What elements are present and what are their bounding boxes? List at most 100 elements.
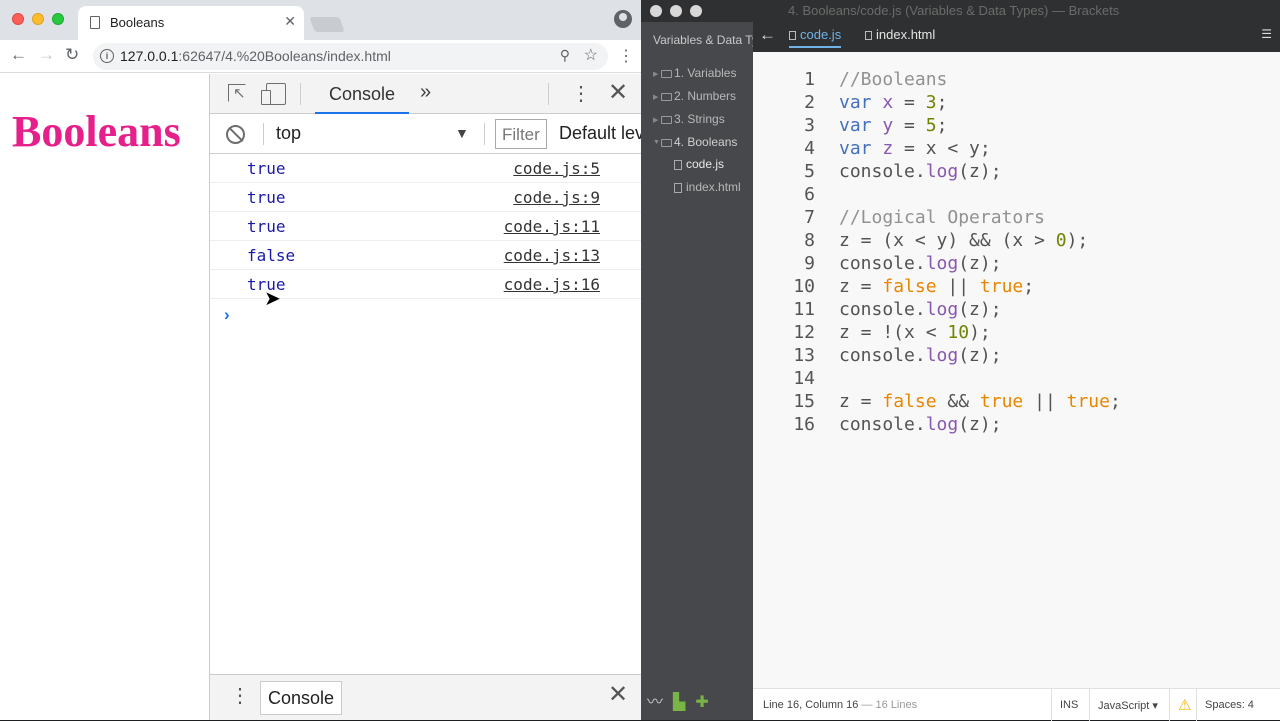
folder-icon xyxy=(661,92,672,101)
code-text: //Logical Operators xyxy=(839,207,1045,228)
maximize-window-button[interactable] xyxy=(690,5,702,17)
close-window-button[interactable] xyxy=(12,13,24,25)
file-item[interactable]: code.js xyxy=(674,157,724,171)
new-tab-button[interactable] xyxy=(309,17,345,32)
profile-icon[interactable] xyxy=(614,10,632,28)
folder-item[interactable]: ▶ 3. Strings xyxy=(653,112,725,126)
console-log-row: false code.js:13 xyxy=(210,241,641,270)
devtools-menu-icon[interactable]: ⋮ xyxy=(571,81,591,106)
code-token: 3 xyxy=(925,92,937,113)
maximize-window-button[interactable] xyxy=(52,13,64,25)
code-token: || xyxy=(936,276,980,297)
code-token: var xyxy=(839,92,883,113)
language-selector[interactable]: JavaScript ▾ xyxy=(1089,689,1169,721)
console-prompt-icon[interactable]: › xyxy=(224,305,230,325)
warning-icon[interactable]: ⚠ xyxy=(1169,689,1196,721)
device-toolbar-icon[interactable] xyxy=(261,83,286,105)
code-text: console.log(z); xyxy=(839,253,1002,274)
code-token: = xyxy=(893,115,926,136)
tab-console[interactable]: Console xyxy=(315,74,410,114)
filter-input[interactable]: Filter xyxy=(495,119,547,149)
code-token: log xyxy=(925,253,959,274)
log-levels-dropdown[interactable]: Default levels xyxy=(559,123,641,144)
code-text: console.log(z); xyxy=(839,345,1002,366)
clear-console-icon[interactable] xyxy=(226,125,245,144)
code-text: z = (x < y) && (x > 0); xyxy=(839,230,1088,251)
page-icon xyxy=(90,16,100,29)
code-token: true xyxy=(979,391,1024,412)
file-icon xyxy=(674,159,682,170)
extension-icon[interactable]: ▙ xyxy=(673,694,685,711)
window-title: 4. Booleans/code.js (Variables & Data Ty… xyxy=(788,3,1120,18)
minimize-window-button[interactable] xyxy=(32,13,44,25)
code-token: false xyxy=(882,276,937,297)
code-token: ); xyxy=(969,322,991,343)
close-drawer-icon[interactable]: ✕ xyxy=(608,680,628,709)
code-text: var x = 3; xyxy=(839,92,947,113)
insert-mode-toggle[interactable]: INS xyxy=(1051,689,1089,721)
divider xyxy=(484,123,485,145)
minimize-window-button[interactable] xyxy=(670,5,682,17)
back-arrow-icon[interactable]: ← xyxy=(759,25,776,45)
code-text: z = !(x < 10); xyxy=(839,322,991,343)
log-source-link[interactable]: code.js:16 xyxy=(504,275,600,294)
chrome-menu-icon[interactable]: ⋮ xyxy=(618,46,634,66)
code-token: log xyxy=(925,345,959,366)
code-token: z = !(x < xyxy=(839,322,948,343)
live-preview-icon[interactable]: 〰 xyxy=(647,694,663,711)
indent-setting[interactable]: Spaces: 4 xyxy=(1196,689,1280,721)
code-text: //Booleans xyxy=(839,69,947,90)
forward-arrow-icon[interactable]: → xyxy=(38,45,55,65)
devtools-panel: Console » ⋮ ✕ top ▼ Filter Default level… xyxy=(209,74,641,720)
hamburger-menu-icon[interactable]: ☰ xyxy=(1261,27,1272,41)
context-selector[interactable]: top xyxy=(276,123,301,144)
log-source-link[interactable]: code.js:9 xyxy=(513,188,600,207)
line-number: 8 xyxy=(804,230,815,251)
code-text: console.log(z); xyxy=(839,299,1002,320)
log-source-link[interactable]: code.js:5 xyxy=(513,159,600,178)
folder-item[interactable]: ▼ 4. Booleans xyxy=(653,135,737,149)
inspect-element-icon[interactable] xyxy=(228,84,246,102)
tab-index-html[interactable]: index.html xyxy=(865,27,935,42)
code-token: 0 xyxy=(1055,230,1067,251)
log-source-link[interactable]: code.js:13 xyxy=(504,246,600,265)
reload-icon[interactable]: ↻ xyxy=(65,45,79,65)
file-icon xyxy=(674,182,682,193)
browser-tab[interactable]: Booleans ✕ xyxy=(78,6,304,40)
log-value: false xyxy=(247,246,296,265)
tab-code-js[interactable]: code.js xyxy=(789,27,842,48)
code-token: true xyxy=(979,276,1024,297)
address-bar[interactable]: i 127.0.0.1:62647/4.%20Booleans/index.ht… xyxy=(93,43,608,70)
dropdown-arrow-icon[interactable]: ▼ xyxy=(455,125,469,141)
folder-item[interactable]: ▶ 1. Variables xyxy=(653,66,736,80)
close-window-button[interactable] xyxy=(650,5,662,17)
file-item[interactable]: index.html xyxy=(674,180,741,194)
drawer-menu-icon[interactable]: ⋮ xyxy=(230,683,250,708)
code-token: z = xyxy=(839,391,883,412)
drawer-tab-console[interactable]: Console xyxy=(260,681,342,715)
code-token: ; xyxy=(936,115,948,136)
code-token: false xyxy=(882,391,937,412)
close-devtools-icon[interactable]: ✕ xyxy=(608,78,628,107)
back-arrow-icon[interactable]: ← xyxy=(10,45,27,65)
close-tab-icon[interactable]: ✕ xyxy=(284,13,296,30)
project-name[interactable]: Variables & Data Types xyxy=(653,33,753,47)
bookmark-star-icon[interactable]: ☆ xyxy=(584,45,598,65)
more-tabs-icon[interactable]: » xyxy=(420,81,431,104)
code-token: z = (x < y) && (x > xyxy=(839,230,1056,251)
zoom-icon[interactable]: ⚲ xyxy=(560,47,570,64)
info-icon[interactable]: i xyxy=(100,49,114,63)
gift-icon[interactable]: ✚ xyxy=(695,694,708,711)
line-number: 2 xyxy=(804,92,815,113)
log-source-link[interactable]: code.js:11 xyxy=(504,217,600,236)
file-icon xyxy=(789,31,796,41)
code-editor[interactable]: 1//Booleans 2 var x = 3; 3 var y = 5; 4 var z … xyxy=(753,52,1280,688)
code-token: var xyxy=(839,115,883,136)
code-token: y xyxy=(882,115,894,136)
folder-item[interactable]: ▶ 2. Numbers xyxy=(653,89,736,103)
code-token: ; xyxy=(936,92,948,113)
code-token: && xyxy=(936,391,980,412)
cursor-position[interactable]: Line 16, Column 16 — 16 Lines xyxy=(763,699,917,711)
line-number: 6 xyxy=(804,184,815,205)
folder-icon xyxy=(661,69,672,78)
